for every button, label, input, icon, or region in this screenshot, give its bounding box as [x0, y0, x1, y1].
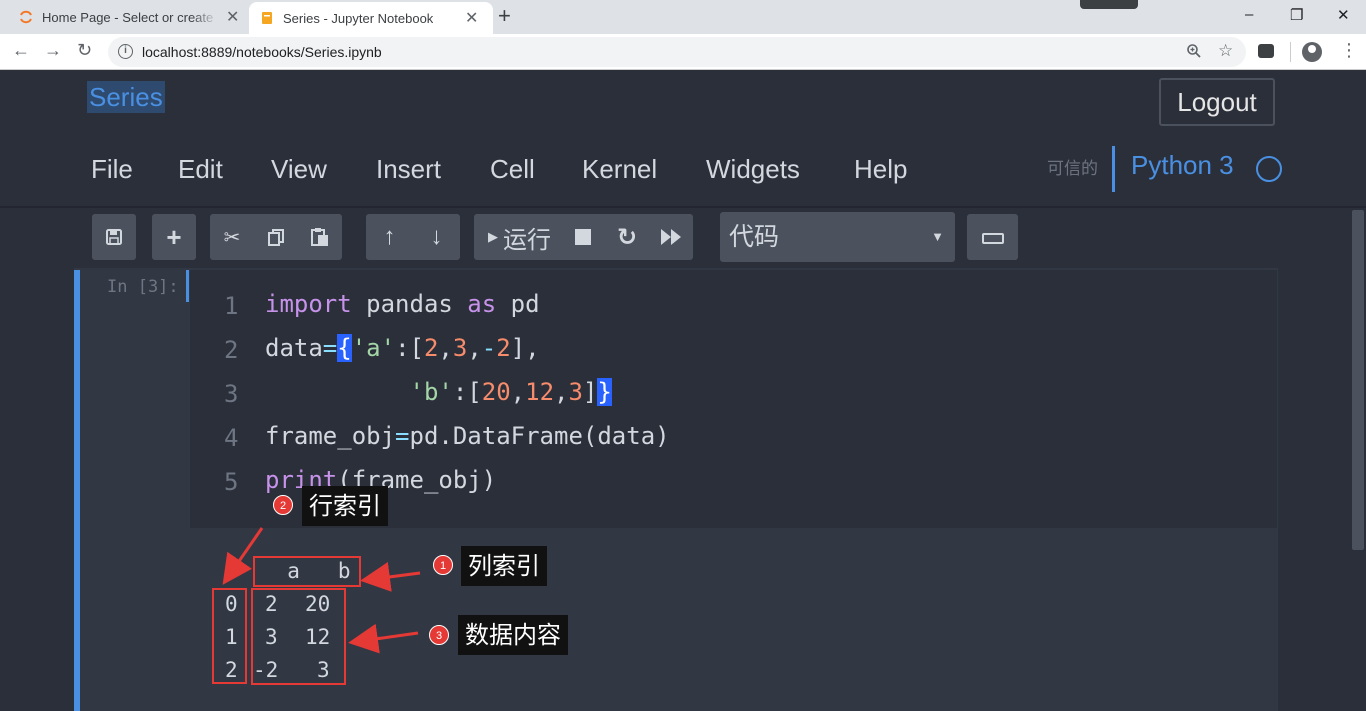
- annotation-arrows: [222, 527, 421, 654]
- scrollbar-thumb[interactable]: [1352, 210, 1364, 550]
- annotation-badge: 3: [429, 625, 449, 645]
- data-content-label: 数据内容: [458, 615, 568, 655]
- row-index-label: 行索引: [302, 486, 388, 526]
- annotation-badge: 1: [433, 555, 453, 575]
- annotation-badge: 2: [273, 495, 293, 515]
- column-index-label: 列索引: [461, 546, 547, 586]
